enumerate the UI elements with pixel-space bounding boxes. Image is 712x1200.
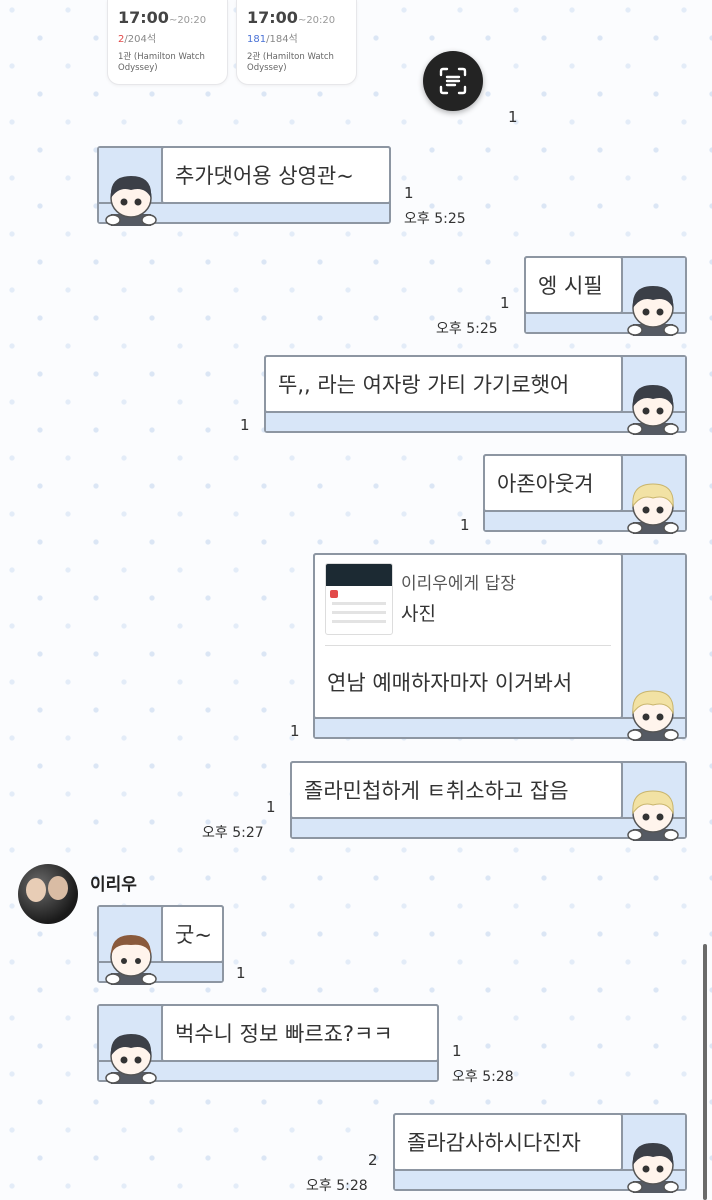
sender-name: 이리우	[90, 875, 137, 895]
profile-photo[interactable]	[18, 864, 78, 924]
message-bubble[interactable]: 엥 시필	[524, 256, 687, 336]
message-text: 뚜,, 라는 여자랑 가티 가기로햇어	[264, 355, 623, 413]
message-text: 엥 시필	[524, 256, 623, 314]
ticket-hall: 1관 (Hamilton Watch Odyssey)	[118, 52, 205, 73]
message-bubble[interactable]: 졸라민첩하게 ㅌ취소하고 잡음	[290, 761, 687, 841]
message-bubble[interactable]: 뚜,, 라는 여자랑 가티 가기로햇어	[264, 355, 687, 435]
message-text: 추가댓어용 상영관~	[161, 146, 391, 204]
character-avatar-icon	[105, 1033, 157, 1084]
message-bubble[interactable]: 굿~	[97, 905, 224, 985]
character-avatar-icon	[627, 790, 679, 841]
scrollbar[interactable]	[703, 944, 707, 1200]
ticket-seats: 2/204석	[118, 34, 157, 45]
character-avatar-icon	[627, 384, 679, 435]
ticket-time: 17:00~20:20	[247, 8, 336, 27]
reply-kind-label: 사진	[401, 603, 436, 625]
character-avatar-icon	[105, 175, 157, 226]
reply-divider	[325, 645, 611, 646]
read-count: 1	[266, 798, 276, 816]
character-avatar-icon	[105, 934, 157, 985]
ticket-card-1[interactable]: 17:00~20:20 2/204석 1관 (Hamilton Watch Od…	[107, 0, 228, 85]
reply-photo-thumbnail[interactable]	[325, 563, 393, 635]
ticket-seats: 181/184석	[247, 34, 298, 45]
message-timestamp: 오후 5:28	[306, 1178, 368, 1194]
read-count: 2	[368, 1151, 378, 1169]
read-count: 1	[290, 722, 300, 740]
scan-text-icon	[439, 67, 467, 95]
read-count: 1	[404, 184, 414, 202]
message-text: 아존아웃겨	[483, 454, 623, 512]
message-timestamp: 오후 5:25	[404, 211, 466, 227]
read-count: 1	[452, 1042, 462, 1060]
ticket-hall: 2관 (Hamilton Watch Odyssey)	[247, 52, 334, 73]
read-count: 1	[240, 416, 250, 434]
message-text: 굿~	[161, 905, 224, 963]
message-timestamp: 오후 5:28	[452, 1069, 514, 1085]
message-text: 벅수니 정보 빠르죠?ㅋㅋ	[161, 1004, 439, 1062]
character-avatar-icon	[627, 1142, 679, 1193]
character-avatar-icon	[627, 690, 679, 741]
message-bubble[interactable]: 졸라감사하시다진자	[393, 1113, 687, 1193]
reply-target-label: 이리우에게 답장	[401, 574, 516, 594]
character-avatar-icon	[627, 285, 679, 336]
message-text: 졸라민첩하게 ㅌ취소하고 잡음	[290, 761, 623, 819]
read-count: 1	[236, 964, 246, 982]
message-timestamp: 오후 5:27	[202, 825, 264, 841]
message-bubble[interactable]: 아존아웃겨	[483, 454, 687, 534]
read-count: 1	[508, 108, 518, 126]
message-text: 졸라감사하시다진자	[393, 1113, 623, 1171]
message-timestamp: 오후 5:25	[436, 321, 498, 337]
reply-message-bubble[interactable]: 이리우에게 답장 사진 연남 예매하자마자 이거봐서	[313, 553, 687, 741]
message-text: 연남 예매하자마자 이거봐서	[327, 671, 573, 695]
message-bubble[interactable]: 벅수니 정보 빠르죠?ㅋㅋ	[97, 1004, 439, 1084]
read-count: 1	[500, 294, 510, 312]
message-bubble[interactable]: 추가댓어용 상영관~	[97, 146, 391, 226]
reply-message-body: 이리우에게 답장 사진 연남 예매하자마자 이거봐서	[313, 553, 623, 719]
scan-text-button[interactable]	[423, 51, 483, 111]
ticket-card-2[interactable]: 17:00~20:20 181/184석 2관 (Hamilton Watch …	[236, 0, 357, 85]
read-count: 1	[460, 516, 470, 534]
character-avatar-icon	[627, 483, 679, 534]
ticket-time: 17:00~20:20	[118, 8, 207, 27]
